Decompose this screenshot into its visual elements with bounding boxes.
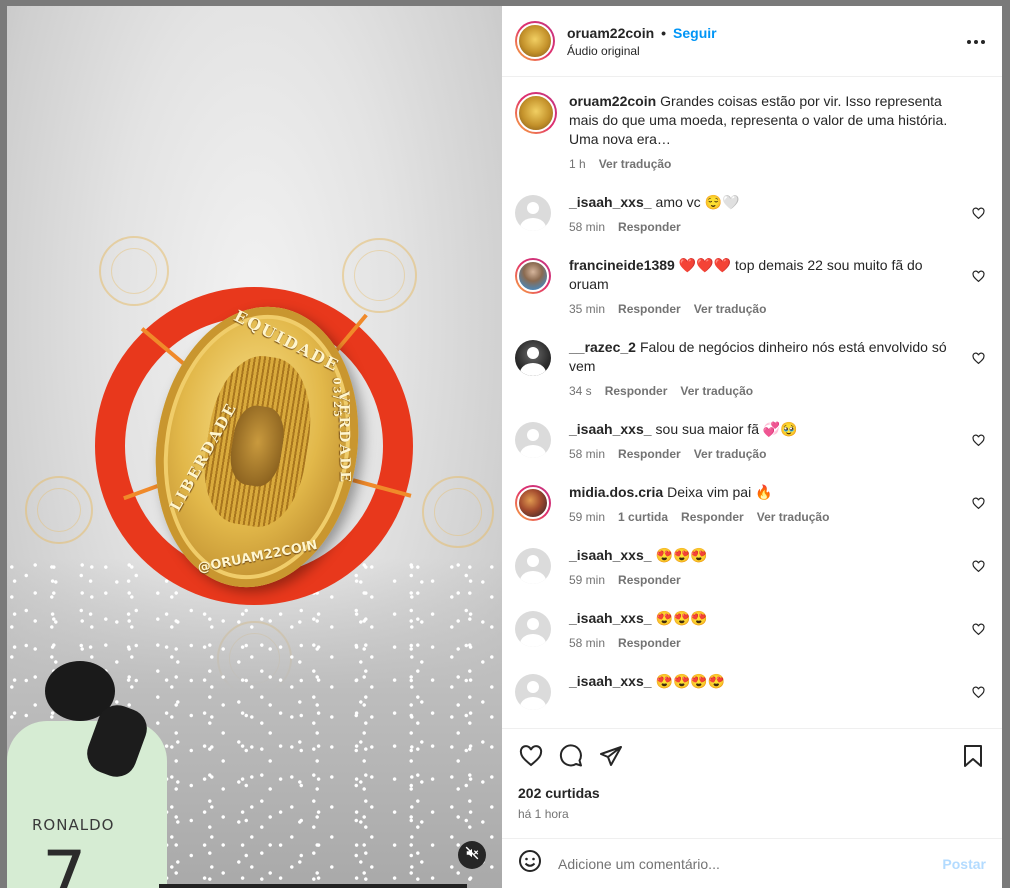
like-heart-icon[interactable]: [518, 743, 544, 769]
comment-time: 58 min: [569, 636, 606, 650]
comment-text: sou sua maior fã 💞🥹: [655, 421, 798, 437]
author-avatar[interactable]: [515, 21, 555, 61]
faded-coin-graphic: [25, 476, 93, 544]
speaker-muted-icon: [465, 846, 479, 865]
post-comment-button[interactable]: Postar: [942, 856, 986, 872]
like-comment-heart-icon[interactable]: [972, 623, 986, 637]
commenter-avatar[interactable]: [515, 611, 551, 647]
like-comment-heart-icon[interactable]: [972, 560, 986, 574]
commenter-username[interactable]: __razec_2: [569, 339, 636, 355]
commenter-username[interactable]: _isaah_xxs_: [569, 194, 652, 210]
commenter-username[interactable]: francineide1389: [569, 257, 675, 273]
faded-coin-graphic: [99, 236, 169, 306]
comment-time: 35 min: [569, 302, 606, 316]
comment-item: __razec_2 Falou de negócios dinheiro nós …: [515, 338, 986, 398]
commenter-username[interactable]: _isaah_xxs_: [569, 547, 652, 563]
translate-link[interactable]: Ver tradução: [694, 302, 767, 316]
likes-count[interactable]: 202 curtidas: [518, 785, 986, 801]
comment-item: francineide1389 ❤️❤️❤️ top demais 22 sou …: [515, 256, 986, 316]
commenter-avatar[interactable]: [515, 485, 551, 521]
comment-text: 😍😍😍😍: [655, 673, 726, 689]
reply-button[interactable]: Responder: [605, 384, 668, 398]
video-progress-bar[interactable]: [159, 884, 467, 888]
post-header: oruam22coin • Seguir Áudio original: [502, 6, 1002, 77]
reply-button[interactable]: Responder: [618, 302, 681, 316]
audio-link[interactable]: Áudio original: [567, 44, 964, 58]
faded-coin-graphic: [342, 238, 417, 313]
comment-time: 58 min: [569, 447, 606, 461]
author-info: oruam22coin • Seguir Áudio original: [567, 25, 964, 58]
like-comment-heart-icon[interactable]: [972, 686, 986, 700]
faded-coin-graphic: [422, 476, 494, 548]
comment-bubble-icon[interactable]: [558, 743, 584, 769]
reply-button[interactable]: Responder: [681, 510, 744, 524]
commenter-avatar[interactable]: [515, 340, 551, 376]
caption-time: 1 h: [569, 157, 586, 171]
like-comment-heart-icon[interactable]: [972, 352, 986, 366]
post-detail-panel: oruam22coin • Seguir Áudio original orua…: [502, 6, 1002, 888]
share-paper-plane-icon[interactable]: [598, 743, 624, 769]
player-shirt: RONALDO 7: [7, 721, 167, 888]
reply-button[interactable]: Responder: [618, 220, 681, 234]
comment-item: _isaah_xxs_ 😍😍😍 58 min Responder: [515, 609, 986, 650]
follow-button[interactable]: Seguir: [673, 25, 717, 41]
commenter-avatar[interactable]: [515, 258, 551, 294]
commenter-username[interactable]: _isaah_xxs_: [569, 610, 652, 626]
translate-link[interactable]: Ver tradução: [680, 384, 753, 398]
commenter-avatar[interactable]: [515, 422, 551, 458]
mute-toggle-button[interactable]: [458, 841, 486, 869]
commenter-username[interactable]: _isaah_xxs_: [569, 421, 652, 437]
reply-button[interactable]: Responder: [618, 636, 681, 650]
post-actions: 202 curtidas há 1 hora: [502, 728, 1002, 838]
shirt-number: 7: [42, 836, 87, 888]
like-comment-heart-icon[interactable]: [972, 207, 986, 221]
player-figure: RONALDO 7: [7, 661, 172, 888]
translate-link[interactable]: Ver tradução: [694, 447, 767, 461]
commenter-username[interactable]: _isaah_xxs_: [569, 673, 652, 689]
post-caption: oruam22coin Grandes coisas estão por vir.…: [515, 92, 986, 171]
comment-time: 58 min: [569, 220, 606, 234]
reply-button[interactable]: Responder: [618, 447, 681, 461]
like-comment-heart-icon[interactable]: [972, 497, 986, 511]
more-options-button[interactable]: [964, 29, 988, 53]
caption-translate-link[interactable]: Ver tradução: [599, 157, 672, 171]
translate-link[interactable]: Ver tradução: [757, 510, 830, 524]
caption-username[interactable]: oruam22coin: [569, 93, 656, 109]
coin-date: 03/25: [330, 377, 343, 420]
more-horizontal-icon: [966, 32, 986, 50]
commenter-avatar[interactable]: [515, 548, 551, 584]
reel-video[interactable]: EQUIDADE LIBERDADE VERDADE 03/25 @ORUAM2…: [7, 6, 502, 888]
comments-list[interactable]: oruam22coin Grandes coisas estão por vir.…: [502, 78, 1002, 728]
caption-avatar[interactable]: [515, 92, 557, 134]
comment-input[interactable]: [558, 855, 943, 872]
author-username[interactable]: oruam22coin: [567, 25, 654, 41]
page: EQUIDADE LIBERDADE VERDADE 03/25 @ORUAM2…: [0, 0, 1010, 888]
comment-likes-count[interactable]: 1 curtida: [618, 510, 668, 524]
separator-dot: •: [661, 24, 667, 41]
comment-item: _isaah_xxs_ 😍😍😍 59 min Responder: [515, 546, 986, 587]
comment-text: 😍😍😍: [655, 610, 708, 626]
comment-item: _isaah_xxs_ 😍😍😍😍: [515, 672, 986, 710]
commenter-avatar[interactable]: [515, 674, 551, 710]
like-comment-heart-icon[interactable]: [972, 270, 986, 284]
comment-item: _isaah_xxs_ sou sua maior fã 💞🥹 58 min Re…: [515, 420, 986, 461]
commenter-avatar[interactable]: [515, 195, 551, 231]
reply-button[interactable]: Responder: [618, 573, 681, 587]
post-timestamp: há 1 hora: [518, 807, 569, 821]
save-bookmark-icon[interactable]: [960, 743, 986, 769]
commenter-username[interactable]: midia.dos.cria: [569, 484, 663, 500]
comment-text: Deixa vim pai 🔥: [667, 484, 773, 500]
comment-item: midia.dos.cria Deixa vim pai 🔥 59 min 1 c…: [515, 483, 986, 524]
like-comment-heart-icon[interactable]: [972, 434, 986, 448]
comment-text: amo vc 😌🤍: [655, 194, 740, 210]
shirt-name: RONALDO: [32, 816, 115, 834]
comment-text: 😍😍😍: [655, 547, 708, 563]
comment-composer: Postar: [502, 838, 1002, 888]
comment-time: 59 min: [569, 510, 606, 524]
comment-time: 59 min: [569, 573, 606, 587]
comment-time: 34 s: [569, 384, 592, 398]
emoji-smiley-icon[interactable]: [518, 849, 542, 878]
comment-item: _isaah_xxs_ amo vc 😌🤍 58 min Responder: [515, 193, 986, 234]
